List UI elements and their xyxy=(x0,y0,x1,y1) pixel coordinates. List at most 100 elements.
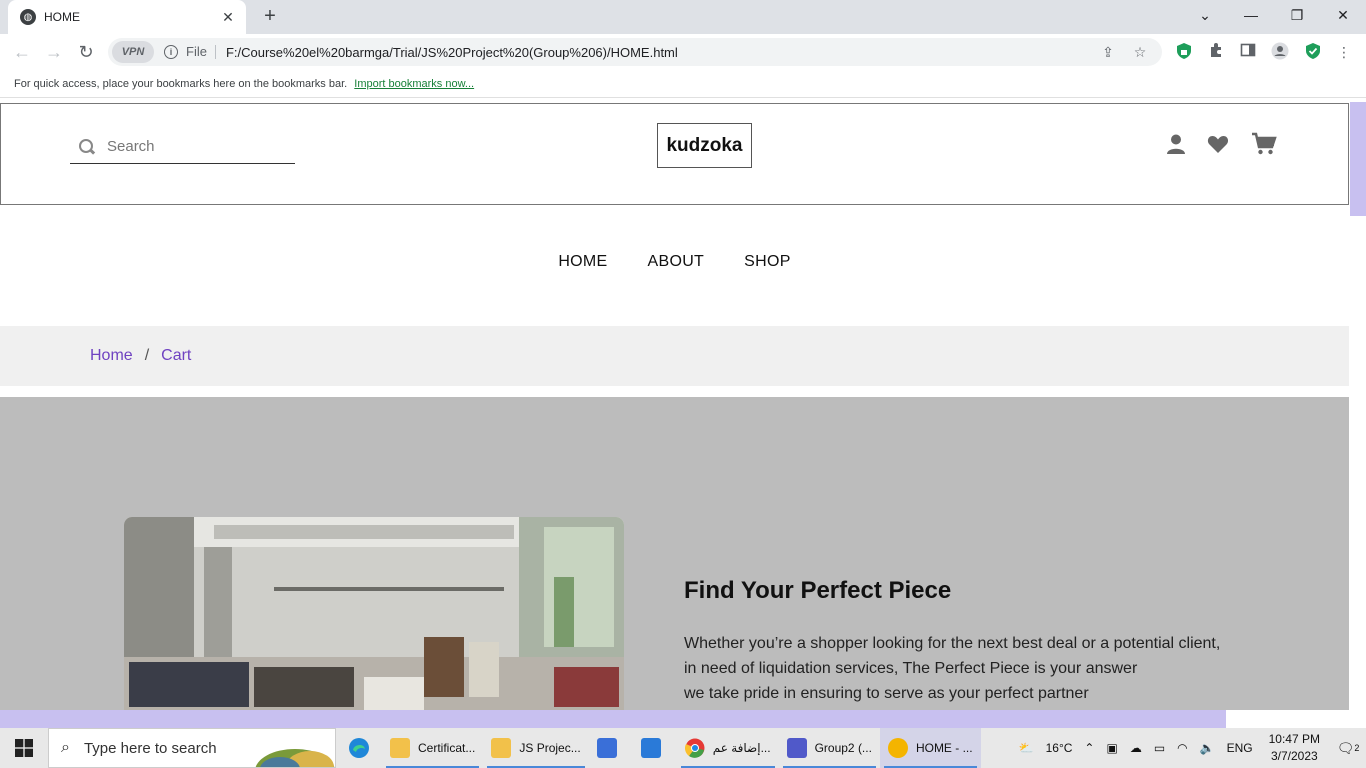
battery-icon[interactable]: ▭ xyxy=(1148,741,1171,755)
taskbar-app-label: Group2 (... xyxy=(814,741,872,755)
vpn-extension-icon[interactable] xyxy=(1174,42,1194,62)
taskbar-app-home[interactable]: HOME - ... xyxy=(879,728,981,768)
tray-chevron-icon[interactable]: ⌃ xyxy=(1078,741,1100,755)
search-icon: ⌕ xyxy=(61,739,70,756)
tab-search-icon[interactable]: ⌄ xyxy=(1190,4,1220,26)
clock-date: 3/7/2023 xyxy=(1270,749,1318,763)
breadcrumb-separator: / xyxy=(144,347,150,364)
start-button[interactable] xyxy=(0,728,48,768)
tab-strip: ◍ HOME ✕ + ⌄ — ❐ ✕ xyxy=(0,0,1366,34)
onedrive-icon[interactable]: ☁ xyxy=(1124,741,1148,755)
search-highlight-image xyxy=(255,749,335,767)
forward-button[interactable]: → xyxy=(43,41,65,63)
taskbar-app-chrome[interactable]: إضافة عم... xyxy=(677,728,779,768)
weather-temp[interactable]: 16°C xyxy=(1040,741,1079,755)
store-photo xyxy=(124,517,624,710)
heart-icon[interactable] xyxy=(1206,132,1230,156)
tab-title: HOME xyxy=(44,10,80,24)
nav-about[interactable]: ABOUT xyxy=(648,253,705,271)
url-text[interactable]: F:/Course%20el%20barmga/Trial/JS%20Proje… xyxy=(226,45,1098,60)
search-input[interactable] xyxy=(107,138,277,155)
info-icon[interactable]: i xyxy=(164,45,178,59)
scrollbar-thumb[interactable] xyxy=(1350,102,1366,216)
mail-taskbar-icon[interactable] xyxy=(633,728,677,768)
edge-taskbar-icon[interactable] xyxy=(336,728,382,768)
import-bookmarks-link[interactable]: Import bookmarks now... xyxy=(354,78,474,90)
teams-icon xyxy=(786,738,807,758)
mail-icon xyxy=(640,738,661,758)
close-window-button[interactable]: ✕ xyxy=(1328,4,1358,26)
taskbar-app-label: JS Projec... xyxy=(519,741,581,755)
nav-home[interactable]: HOME xyxy=(558,253,607,271)
store-taskbar-icon[interactable] xyxy=(589,728,633,768)
security-extension-icon[interactable] xyxy=(1303,42,1323,62)
taskbar-app-label: Certificat... xyxy=(418,741,476,755)
site-logo[interactable]: kudzoka xyxy=(657,123,752,168)
taskbar-app-label: إضافة عم... xyxy=(712,741,771,755)
about-title: Find Your Perfect Piece xyxy=(684,577,952,604)
user-icon[interactable] xyxy=(1164,132,1188,156)
volume-icon[interactable]: 🔈 xyxy=(1194,741,1221,755)
windows-logo-icon xyxy=(15,739,33,757)
page-viewport: kudzoka HOME ABOUT SHOP Home / Cart xyxy=(0,98,1366,710)
side-panel-icon[interactable] xyxy=(1238,42,1258,62)
reload-button[interactable]: ↻ xyxy=(75,41,97,63)
chrome-menu-icon[interactable]: ⋮ xyxy=(1334,42,1354,62)
about-line: Whether you’re a shopper looking for the… xyxy=(684,635,1221,652)
wifi-icon[interactable]: ◠ xyxy=(1171,741,1193,755)
taskbar-search[interactable]: ⌕ Type here to search xyxy=(48,728,336,768)
page-scrollbar[interactable] xyxy=(1349,98,1366,710)
main-nav: HOME ABOUT SHOP xyxy=(0,253,1349,271)
clock[interactable]: 10:47 PM 3/7/2023 xyxy=(1259,731,1330,765)
weather-icon[interactable]: ⛅ xyxy=(1013,741,1040,755)
breadcrumb-home[interactable]: Home xyxy=(90,347,133,365)
clock-time: 10:47 PM xyxy=(1268,732,1320,746)
notifications-button[interactable]: 🗨 2 xyxy=(1330,728,1366,768)
store-icon xyxy=(596,738,617,758)
nav-shop[interactable]: SHOP xyxy=(744,253,791,271)
meet-icon[interactable]: ▣ xyxy=(1100,741,1123,755)
folder-icon xyxy=(491,738,512,758)
taskbar-app-label: HOME - ... xyxy=(915,741,973,755)
folder-icon xyxy=(390,738,410,758)
about-line: we take pride in ensuring to serve as yo… xyxy=(684,685,1089,702)
system-tray: ⛅ 16°C ⌃ ▣ ☁ ▭ ◠ 🔈 ENG 10:47 PM 3/7/2023… xyxy=(1013,728,1366,768)
site-header: kudzoka xyxy=(0,103,1349,205)
back-button[interactable]: ← xyxy=(11,41,33,63)
taskbar-search-placeholder: Type here to search xyxy=(83,739,217,757)
about-line: in need of liquidation services, The Per… xyxy=(684,660,1138,677)
site-search[interactable] xyxy=(70,130,295,164)
breadcrumb: Home / Cart xyxy=(0,326,1349,386)
url-scheme-label: File xyxy=(186,45,216,59)
about-text: Whether you’re a shopper looking for the… xyxy=(684,631,1244,706)
browser-toolbar: ← → ↻ VPN i File F:/Course%20el%20barmga… xyxy=(0,34,1366,70)
address-bar[interactable]: VPN i File F:/Course%20el%20barmga/Trial… xyxy=(108,38,1162,66)
page-bottom-strip xyxy=(0,710,1226,728)
taskbar-app-certificates[interactable]: Certificat... xyxy=(382,728,483,768)
cart-icon[interactable] xyxy=(1251,132,1277,156)
profile-icon[interactable] xyxy=(1270,42,1290,62)
bookmark-star-icon[interactable]: ☆ xyxy=(1130,44,1150,61)
restore-button[interactable]: ❐ xyxy=(1282,4,1312,26)
new-tab-button[interactable]: + xyxy=(260,5,280,27)
about-section: Find Your Perfect Piece Whether you’re a… xyxy=(0,397,1349,710)
browser-icon xyxy=(887,738,908,758)
windows-taskbar: ⌕ Type here to search Certificat... JS P… xyxy=(0,728,1366,768)
notification-count: 2 xyxy=(1354,743,1360,753)
vpn-badge[interactable]: VPN xyxy=(112,41,154,63)
language-indicator[interactable]: ENG xyxy=(1221,741,1259,755)
bookmarks-bar: For quick access, place your bookmarks h… xyxy=(0,70,1366,98)
search-icon[interactable] xyxy=(79,138,95,155)
browser-tab[interactable]: ◍ HOME ✕ xyxy=(8,0,246,34)
notification-icon: 🗨 xyxy=(1336,739,1355,756)
share-icon[interactable]: ⇪ xyxy=(1098,44,1118,61)
taskbar-app-js-project[interactable]: JS Projec... xyxy=(483,728,588,768)
minimize-button[interactable]: — xyxy=(1236,4,1266,26)
breadcrumb-current[interactable]: Cart xyxy=(161,347,191,365)
globe-icon: ◍ xyxy=(20,9,36,25)
extensions-icon[interactable] xyxy=(1206,42,1226,62)
page-bottom-strip-right xyxy=(1226,710,1366,728)
close-tab-icon[interactable]: ✕ xyxy=(220,9,236,26)
taskbar-app-teams[interactable]: Group2 (... xyxy=(779,728,880,768)
bookmarks-message: For quick access, place your bookmarks h… xyxy=(14,78,348,90)
